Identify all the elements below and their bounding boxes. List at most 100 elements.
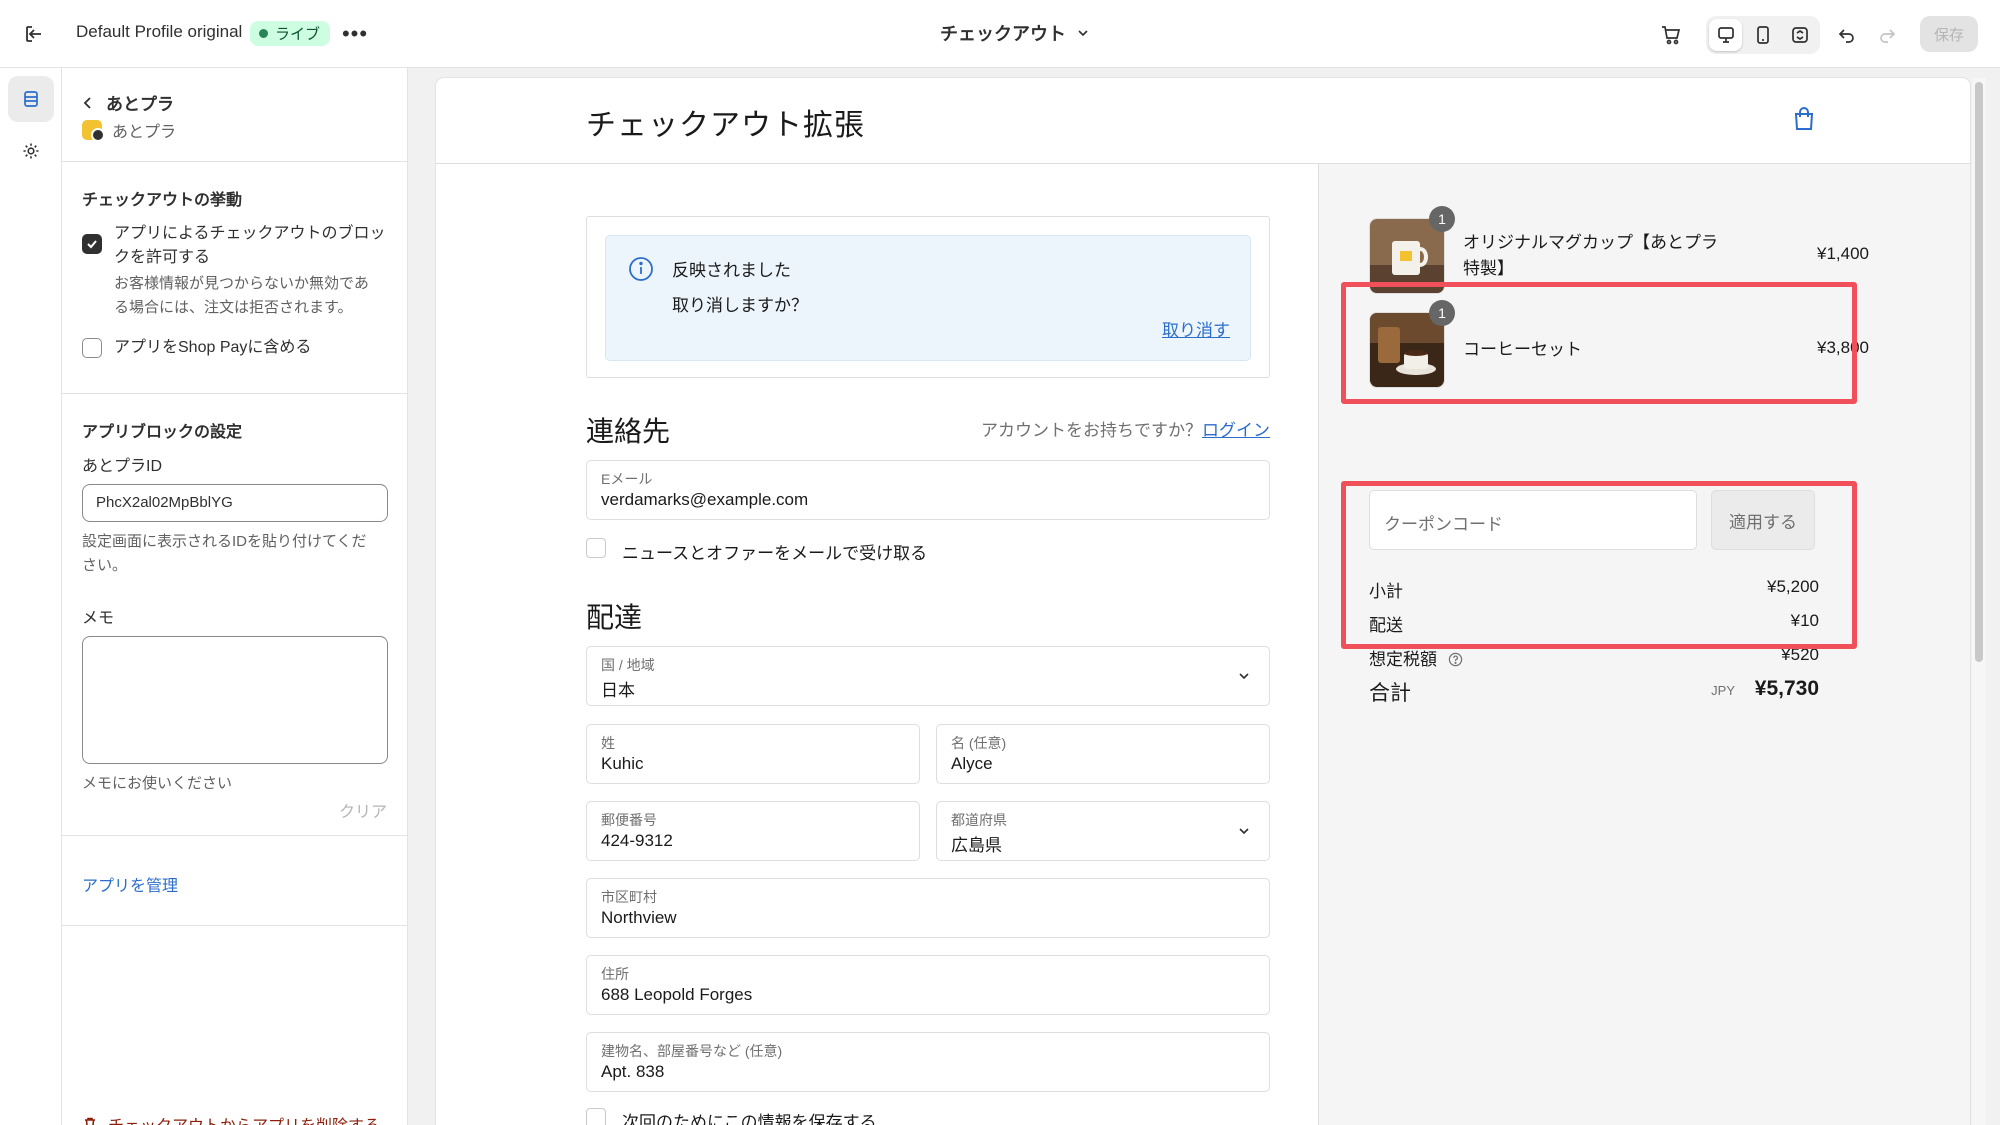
desktop-view-button[interactable]: [1709, 19, 1743, 51]
page-selector[interactable]: チェックアウト: [940, 20, 1090, 46]
app-block-container: 反映されました 取り消しますか？ 取り消す: [586, 216, 1270, 378]
theme-settings-button[interactable]: [8, 128, 54, 174]
banner-message: 反映されました: [672, 261, 791, 280]
save-button[interactable]: 保存: [1920, 16, 1978, 52]
manage-app-section: アプリを管理: [62, 836, 407, 926]
checkmark-icon: [87, 240, 97, 249]
allow-block-checkbox[interactable]: [82, 234, 102, 254]
total-row: 合計 JPY ¥5,730: [1369, 677, 1819, 705]
panel-header: あとプラ あとプラ: [62, 68, 407, 162]
email-field[interactable]: Eメール verdamarks@example.com: [586, 460, 1270, 520]
desktop-icon: [1717, 27, 1734, 43]
fullscreen-icon: [1792, 27, 1809, 43]
currency-code: JPY: [1711, 683, 1735, 698]
checkout-main-column: 反映されました 取り消しますか？ 取り消す 連絡先 アカウントをお持ちですか？ロ…: [436, 164, 1318, 1125]
app-identity: あとプラ: [82, 118, 176, 142]
line-item-price: ¥1,400: [1817, 244, 1869, 263]
app-name: あとプラ: [112, 124, 177, 141]
trash-icon: [85, 1117, 95, 1125]
mobile-view-button[interactable]: [1746, 19, 1779, 51]
info-banner: 反映されました 取り消しますか？ 取り消す: [605, 235, 1251, 361]
app-id-help: 設定画面に表示されるIDを貼り付けてくだ さい。: [82, 533, 367, 574]
preview-scrollbar[interactable]: [1972, 78, 1986, 1125]
page-selector-label: チェックアウト: [940, 24, 1066, 44]
checkout-header: チェックアウト拡張: [436, 78, 1970, 164]
app-id-label: あとプラID: [82, 458, 163, 475]
mobile-icon: [1757, 26, 1769, 44]
behavior-title: チェックアウトの挙動: [82, 192, 243, 209]
postal-code-field[interactable]: 郵便番号 424-9312: [586, 801, 920, 861]
allow-block-label: アプリによるチェックアウトのブロッ クを許可する: [114, 225, 386, 266]
country-select[interactable]: 国 / 地域 日本: [586, 646, 1270, 706]
newsletter-label: ニュースとオファーをメールで受け取る: [622, 544, 928, 563]
exit-icon: [26, 26, 41, 42]
redo-icon: [1880, 29, 1896, 43]
app-logo-icon: [82, 120, 105, 142]
city-field[interactable]: 市区町村 Northview: [586, 878, 1270, 938]
sections-button[interactable]: [8, 76, 54, 122]
save-info-label: 次回のためにこの情報を保存する: [622, 1113, 877, 1125]
login-hint: アカウントをお持ちですか？ログイン: [981, 421, 1270, 440]
allow-block-help: お客様情報が見つからないか無効であ る場合には、注文は拒否されます。: [114, 275, 369, 316]
app-id-input[interactable]: PhcX2al02MpBblYG: [82, 484, 388, 522]
save-info-checkbox[interactable]: [586, 1108, 606, 1125]
address-field[interactable]: 住所 688 Leopold Forges: [586, 955, 1270, 1015]
login-link[interactable]: ログイン: [1202, 421, 1270, 440]
fullscreen-view-button[interactable]: [1784, 19, 1817, 51]
chevron-down-icon: [1239, 673, 1249, 680]
redo-button[interactable]: [1872, 20, 1902, 50]
delivery-heading: 配達: [586, 602, 643, 633]
left-rail: [0, 68, 62, 1125]
undo-button[interactable]: [1832, 20, 1862, 50]
more-actions-button[interactable]: •••: [340, 20, 370, 48]
live-badge: ライブ: [250, 21, 331, 46]
prefecture-select[interactable]: 都道府県 広島県: [936, 801, 1270, 861]
first-name-field[interactable]: 名 (任意) Alyce: [936, 724, 1270, 784]
shop-title: チェックアウト拡張: [586, 109, 865, 142]
chevron-down-icon: [1078, 30, 1088, 37]
exit-button[interactable]: [18, 18, 50, 50]
remove-app-button[interactable]: チェックアウトからアプリを削除する: [82, 1112, 380, 1125]
banner-question: 取り消しますか？: [672, 296, 808, 315]
undo-icon: [1838, 29, 1854, 43]
back-label: あとプラ: [106, 95, 174, 114]
total-amount: ¥5,730: [1754, 677, 1819, 700]
chevron-down-icon: [1239, 828, 1249, 835]
chevron-left-icon: [83, 96, 91, 109]
info-icon: [629, 257, 653, 281]
memo-label: メモ: [82, 610, 115, 627]
shopping-bag-icon: [1794, 107, 1814, 130]
apartment-field[interactable]: 建物名、部屋番号など (任意) Apt. 838: [586, 1032, 1270, 1092]
help-circle-icon[interactable]: [1448, 652, 1463, 667]
app-block-settings-section: アプリブロックの設定 あとプラID PhcX2al02MpBblYG 設定画面に…: [62, 394, 407, 836]
device-switcher: [1706, 16, 1820, 54]
line-item-name: オリジナルマグカップ【あとプラ 特製】: [1463, 233, 1718, 278]
back-button[interactable]: あとプラ: [82, 90, 174, 115]
highlight-box: [1341, 481, 1857, 649]
shop-pay-label: アプリをShop Payに含める: [114, 339, 312, 356]
shop-pay-checkbox[interactable]: [82, 338, 102, 358]
gear-icon: [23, 143, 39, 159]
scrollbar-thumb[interactable]: [1975, 82, 1983, 662]
cart-icon: [1662, 26, 1681, 45]
highlight-box: [1341, 282, 1857, 404]
clear-memo-button[interactable]: クリア: [339, 798, 387, 822]
top-bar: Default Profile original ライブ ••• チェックアウト…: [0, 0, 2000, 68]
checkout-behavior-section: チェックアウトの挙動 アプリによるチェックアウトのブロッ クを許可する お客様情…: [62, 162, 407, 394]
sections-icon: [24, 91, 38, 107]
bag-button[interactable]: [1788, 102, 1820, 136]
manage-app-link[interactable]: アプリを管理: [82, 872, 178, 896]
quantity-badge: 1: [1429, 206, 1455, 232]
undo-link[interactable]: 取り消す: [1162, 316, 1230, 341]
cart-preview-button[interactable]: [1656, 20, 1686, 50]
settings-panel: あとプラ あとプラ チェックアウトの挙動 アプリによるチェックアウトのブロッ ク…: [62, 68, 408, 1125]
newsletter-checkbox[interactable]: [586, 538, 606, 558]
last-name-field[interactable]: 姓 Kuhic: [586, 724, 920, 784]
live-dot-icon: [259, 29, 268, 38]
memo-textarea[interactable]: [82, 636, 388, 764]
contact-heading: 連絡先: [586, 416, 671, 447]
theme-profile-name: Default Profile original: [76, 22, 243, 41]
block-settings-title: アプリブロックの設定: [82, 424, 243, 441]
memo-help: メモにお使いください: [82, 775, 233, 792]
remove-app-label: チェックアウトからアプリを削除する: [108, 1112, 380, 1125]
